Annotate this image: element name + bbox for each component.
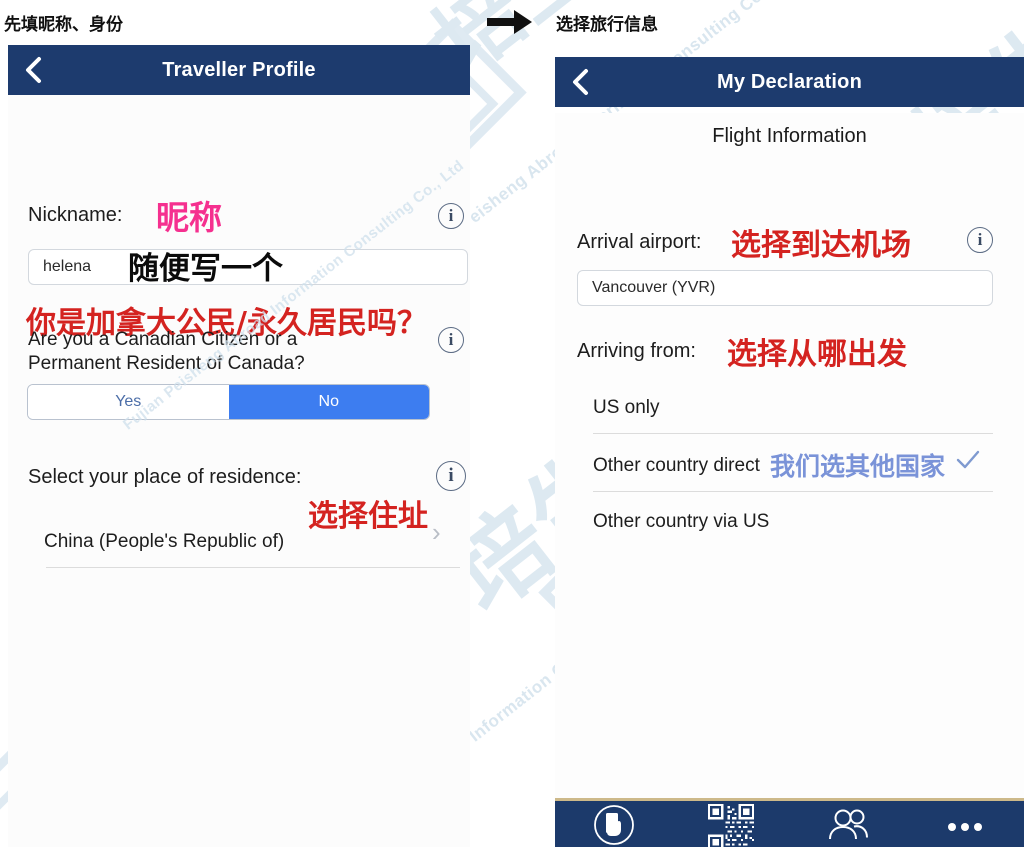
citizenship-segmented-control[interactable]: Yes No <box>27 384 430 420</box>
right-screen-body: Flight Information Arrival airport: 选择到达… <box>555 113 1024 847</box>
residence-value-row[interactable]: China (People's Republic of) <box>44 525 452 559</box>
residence-chevron-right-icon[interactable]: › <box>432 519 441 545</box>
nickname-hint-cn: 随便写一个 <box>128 251 283 287</box>
arriving-from-option-0[interactable]: US only <box>593 391 1002 425</box>
arrival-airport-annotation-cn: 选择到达机场 <box>731 228 911 263</box>
nickname-input-value: helena <box>43 258 92 275</box>
arriving-from-divider-0 <box>593 433 993 434</box>
arrival-airport-value: Vancouver (YVR) <box>592 279 716 296</box>
citizenship-option-yes[interactable]: Yes <box>28 385 229 419</box>
arriving-from-label: Arriving from: <box>577 340 696 362</box>
right-phone-screen: My Declaration Flight Information Arriva… <box>555 57 1024 847</box>
citizenship-option-no[interactable]: No <box>228 385 429 419</box>
residence-info-icon[interactable]: i <box>436 461 466 491</box>
right-navbar: My Declaration <box>555 57 1024 107</box>
nickname-info-icon[interactable]: i <box>438 203 464 229</box>
chevron-left-icon[interactable] <box>569 68 591 96</box>
chevron-left-icon[interactable] <box>22 56 44 84</box>
arrow-right-icon <box>487 7 533 37</box>
arriving-from-annotation-cn: 选择从哪出发 <box>727 337 907 372</box>
arriving-from-option-2-label: Other country via US <box>593 511 770 532</box>
citizenship-question-line1: Are you a Canadian Citizen or a <box>28 329 298 350</box>
residence-label: Select your place of residence: <box>28 466 302 488</box>
arriving-from-divider-1 <box>593 491 993 492</box>
arriving-from-option-2[interactable]: Other country via US <box>593 505 1002 539</box>
arriving-from-option-1-label: Other country direct <box>593 455 760 476</box>
check-icon <box>955 447 981 478</box>
left-caption: 先填昵称、身份 <box>4 15 123 35</box>
left-screen-body: Nickname: 昵称 i helena 随便写一个 你是加拿大公民/永久居民… <box>8 95 470 847</box>
left-navbar-title: Traveller Profile <box>162 58 316 81</box>
arrival-airport-label: Arrival airport: <box>577 231 702 253</box>
screenshot-root: 培生出国 培生出国 培生出国 Fujian Peisheng Abroad In… <box>0 0 1024 847</box>
tab-declaration[interactable] <box>555 801 672 847</box>
declaration-hand-icon <box>593 804 635 847</box>
flight-information-title: Flight Information <box>712 125 867 147</box>
more-dots-icon <box>948 823 983 831</box>
right-caption: 选择旅行信息 <box>556 15 658 35</box>
right-navbar-title: My Declaration <box>716 70 863 93</box>
residence-divider <box>46 567 460 568</box>
tab-travellers[interactable] <box>790 801 907 847</box>
arrival-airport-info-icon[interactable]: i <box>967 227 993 253</box>
arriving-from-option-1-annotation-cn: 我们选其他国家 <box>770 452 946 481</box>
qr-code-icon <box>707 804 754 847</box>
bottom-tabbar <box>555 798 1024 847</box>
arrival-airport-input[interactable]: Vancouver (YVR) <box>577 270 993 306</box>
nickname-annotation-cn: 昵称 <box>156 198 222 237</box>
nickname-label: Nickname: <box>28 204 123 226</box>
citizenship-question-line2: Permanent Resident of Canada? <box>28 353 305 374</box>
left-phone-screen: Traveller Profile Nickname: 昵称 i helena … <box>8 45 470 847</box>
citizenship-info-icon[interactable]: i <box>438 327 464 353</box>
people-icon <box>826 808 870 847</box>
tab-qr-code[interactable] <box>672 801 789 847</box>
left-navbar: Traveller Profile <box>8 45 470 95</box>
tab-more[interactable] <box>907 801 1024 847</box>
arriving-from-option-0-label: US only <box>593 397 660 418</box>
residence-value: China (People's Republic of) <box>44 531 285 552</box>
